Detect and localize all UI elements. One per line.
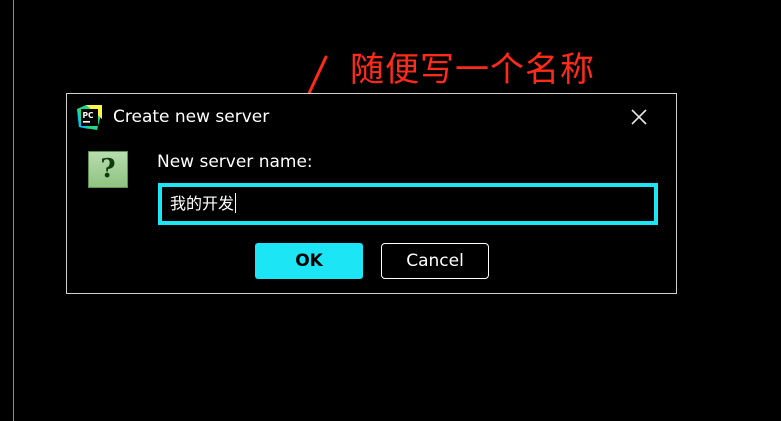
- annotation-note: 随便写一个名称: [350, 50, 595, 90]
- text-caret: [235, 193, 237, 213]
- question-icon: ?: [88, 151, 128, 188]
- pycharm-icon: PC: [77, 105, 102, 130]
- ok-button[interactable]: OK: [255, 243, 363, 279]
- close-icon[interactable]: [628, 106, 650, 128]
- server-name-input[interactable]: 我的开发: [158, 183, 658, 225]
- server-name-label: New server name:: [157, 152, 313, 172]
- server-name-value: 我的开发: [170, 194, 235, 213]
- dialog-titlebar: PC Create new server: [67, 94, 676, 138]
- app-icon-text: PC: [83, 111, 94, 120]
- create-server-dialog: PC Create new server ? New server name: …: [66, 93, 677, 294]
- background-divider: [13, 0, 14, 421]
- dialog-title: Create new server: [113, 107, 270, 127]
- cancel-button[interactable]: Cancel: [381, 243, 489, 279]
